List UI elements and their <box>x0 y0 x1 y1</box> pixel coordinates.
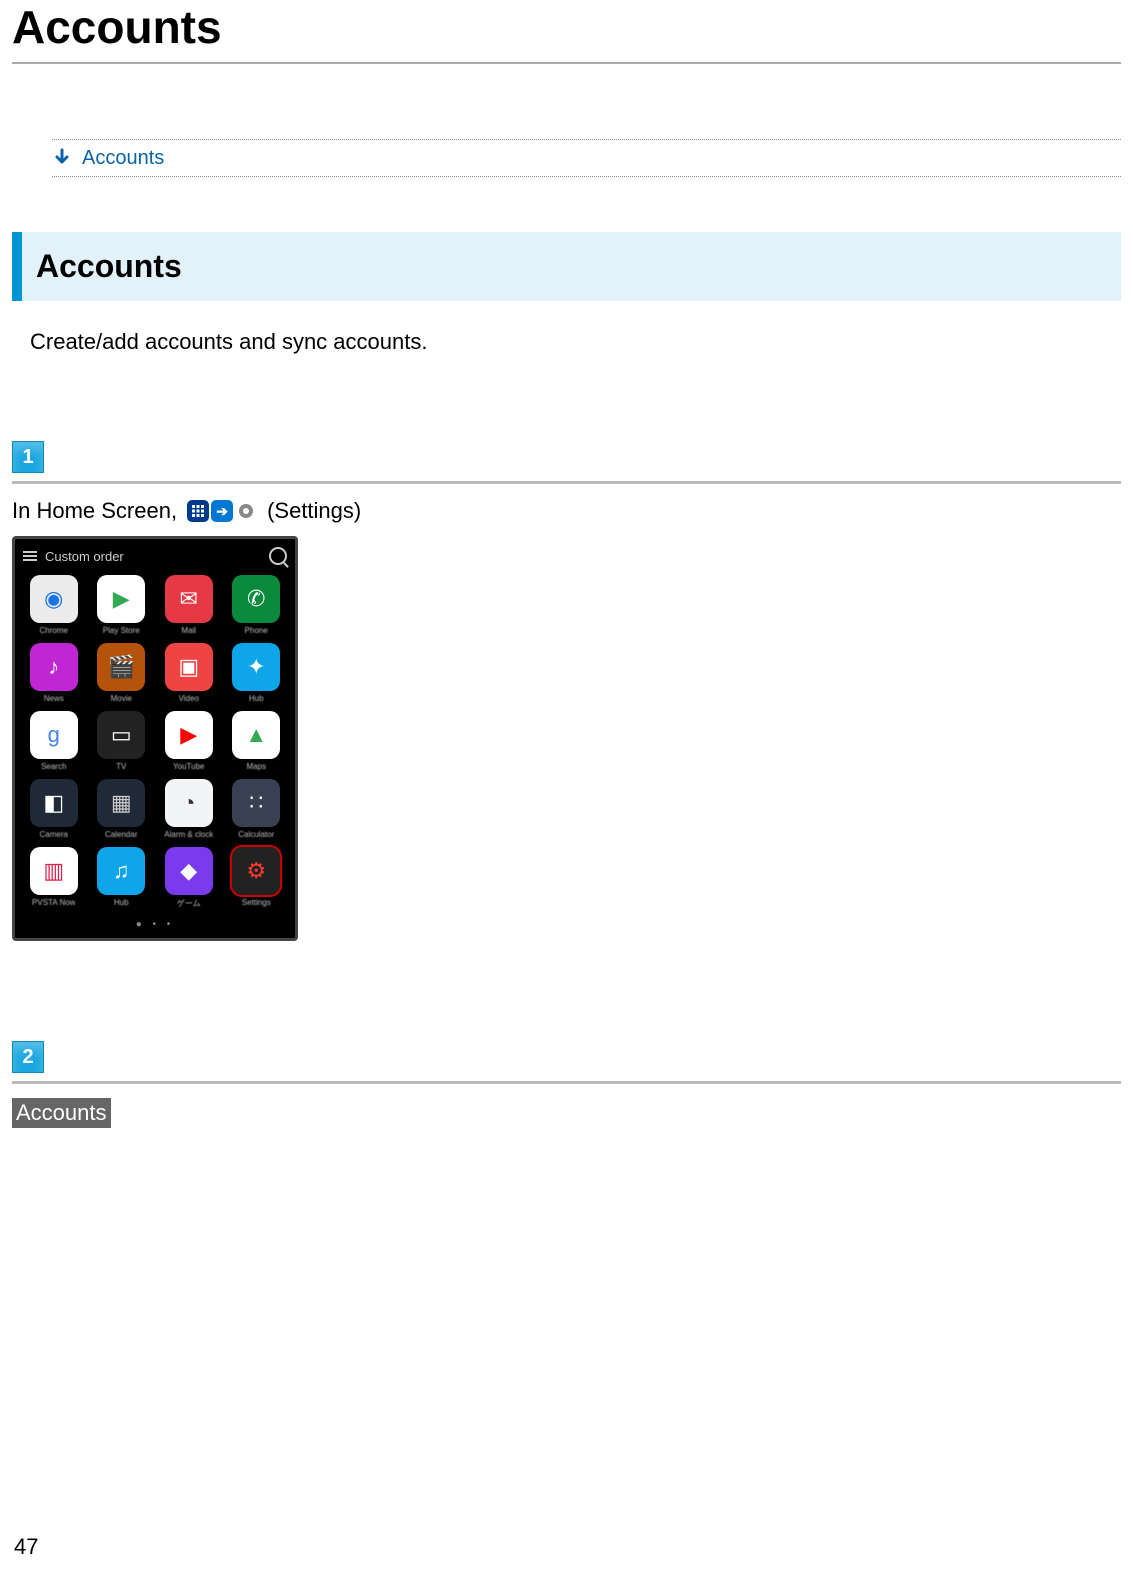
app-icon: ▥ <box>30 847 78 895</box>
app-label: Mail <box>181 626 196 635</box>
phone-app: ◉ Chrome <box>23 575 85 635</box>
app-label: Camera <box>40 830 68 839</box>
phone-app: ◔ Alarm & clock <box>158 779 220 839</box>
phone-statusbar: Custom order <box>21 543 289 571</box>
app-icon: ∷ <box>232 779 280 827</box>
app-label: Hub <box>114 898 129 907</box>
app-label: Calendar <box>105 830 137 839</box>
app-label: ゲーム <box>177 898 201 909</box>
app-label: Phone <box>245 626 268 635</box>
app-icon: ▶ <box>97 575 145 623</box>
step-1-text-suffix: (Settings) <box>267 498 361 524</box>
divider <box>12 481 1121 484</box>
phone-app: ▭ TV <box>91 711 153 771</box>
phone-app: ▶ Play Store <box>91 575 153 635</box>
app-icon: ▶ <box>165 711 213 759</box>
app-label: YouTube <box>173 762 204 771</box>
app-icon: ◔ <box>165 779 213 827</box>
phone-app: ▥ PVSTA Now <box>23 847 85 909</box>
apps-grid-icon <box>187 500 209 522</box>
toc-row: Accounts <box>52 139 1121 177</box>
phone-app: 🎬 Movie <box>91 643 153 703</box>
app-icon: ⚙ <box>232 847 280 895</box>
app-icon: ◧ <box>30 779 78 827</box>
phone-app: ▣ Video <box>158 643 220 703</box>
app-label: Calculator <box>238 830 274 839</box>
search-icon <box>269 547 287 565</box>
phone-app: ✉ Mail <box>158 575 220 635</box>
app-icon: ◆ <box>165 847 213 895</box>
phone-app: g Search <box>23 711 85 771</box>
app-label: Search <box>41 762 66 771</box>
step-1-text-prefix: In Home Screen, <box>12 498 177 524</box>
phone-app: ⚙ Settings <box>226 847 288 909</box>
step-1-instruction: In Home Screen, ➔ (Settin <box>12 498 1121 524</box>
app-label: Chrome <box>40 626 68 635</box>
app-label: Maps <box>246 762 266 771</box>
phone-app: ▦ Calendar <box>91 779 153 839</box>
app-icon: ✉ <box>165 575 213 623</box>
app-label: Settings <box>242 898 271 907</box>
toc-link-accounts[interactable]: Accounts <box>82 146 164 170</box>
phone-app: ▶ YouTube <box>158 711 220 771</box>
phone-app: ♪ News <box>23 643 85 703</box>
phone-screenshot: Custom order ◉ Chrome ▶ Play Store ✉ Mail ✆ Pho… <box>12 536 298 941</box>
arrow-right-icon: ➔ <box>211 500 233 522</box>
app-icon: ✆ <box>232 575 280 623</box>
app-icon: g <box>30 711 78 759</box>
step-badge-2: 2 <box>12 1041 44 1073</box>
step-1: 1 In Home Screen, ➔ <box>12 441 1121 941</box>
app-label: News <box>44 694 64 703</box>
gear-icon <box>235 500 257 522</box>
section-description: Create/add accounts and sync accounts. <box>30 329 1121 355</box>
app-icon: 🎬 <box>97 643 145 691</box>
phone-app: ✦ Hub <box>226 643 288 703</box>
page-indicator-icon: ● • • <box>21 913 289 930</box>
app-label: PVSTA Now <box>32 898 75 907</box>
app-icon: ♪ <box>30 643 78 691</box>
step-badge-1: 1 <box>12 441 44 473</box>
app-icon: ▣ <box>165 643 213 691</box>
phone-app: ∷ Calculator <box>226 779 288 839</box>
page-title: Accounts <box>12 0 1121 64</box>
app-icon: ▭ <box>97 711 145 759</box>
app-label: Movie <box>111 694 132 703</box>
phone-header-text: Custom order <box>45 549 124 564</box>
phone-app: ◆ ゲーム <box>158 847 220 909</box>
menu-icon <box>23 551 37 561</box>
accounts-menu-item[interactable]: Accounts <box>12 1098 111 1128</box>
app-icon: ♫ <box>97 847 145 895</box>
icon-sequence: ➔ <box>183 500 261 522</box>
phone-app: ▲ Maps <box>226 711 288 771</box>
divider <box>12 1081 1121 1084</box>
app-icon: ▦ <box>97 779 145 827</box>
phone-app-grid: ◉ Chrome ▶ Play Store ✉ Mail ✆ Phone ♪ News 🎬 Movie… <box>21 571 289 913</box>
app-icon: ✦ <box>232 643 280 691</box>
phone-app: ✆ Phone <box>226 575 288 635</box>
step-2: 2 Accounts <box>12 1041 1121 1128</box>
page-number: 47 <box>14 1534 38 1560</box>
app-label: Alarm & clock <box>164 830 213 839</box>
down-arrow-icon <box>52 148 72 168</box>
app-label: Video <box>179 694 199 703</box>
phone-app: ♫ Hub <box>91 847 153 909</box>
app-icon: ◉ <box>30 575 78 623</box>
app-label: TV <box>116 762 126 771</box>
app-icon: ▲ <box>232 711 280 759</box>
app-label: Play Store <box>103 626 140 635</box>
section-heading: Accounts <box>12 232 1121 301</box>
app-label: Hub <box>249 694 264 703</box>
phone-app: ◧ Camera <box>23 779 85 839</box>
